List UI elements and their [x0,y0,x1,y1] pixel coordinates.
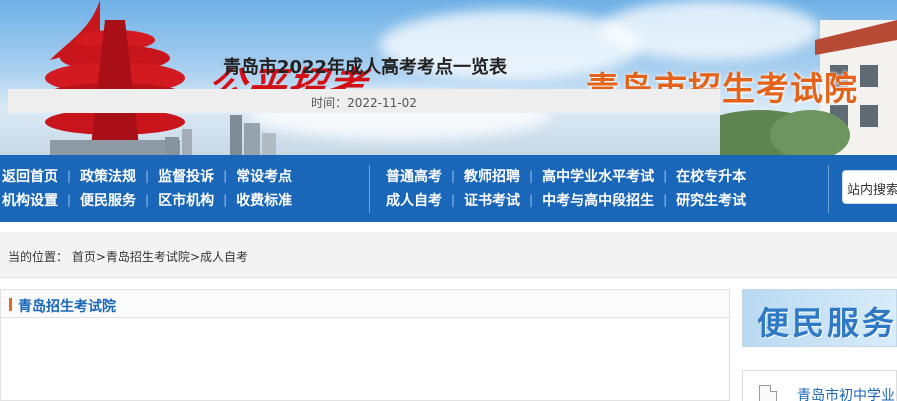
article-title: 青岛市2022年成人高考考点一览表 [222,57,508,78]
breadcrumb-level1[interactable]: 青岛招生考试院 [106,250,190,264]
nav-graduate[interactable]: 研究生考试 [676,190,746,210]
nav-exam-sites[interactable]: 常设考点 [236,166,292,186]
breadcrumb-level2[interactable]: 成人自考 [200,250,248,264]
breadcrumb-bar: 当的位置： 首页>青岛招生考试院>成人自考 [0,232,897,278]
panel-header: 青岛招生考试院 [1,290,729,318]
nav-adult-exam[interactable]: 成人自考 [386,190,442,210]
search-input[interactable]: 站内搜索 [842,170,897,204]
panel-header-accent [9,298,12,311]
nav-organization[interactable]: 机构设置 [2,190,58,210]
nav-home[interactable]: 返回首页 [2,166,58,186]
nav-divider [369,165,370,213]
nav-teacher-recruit[interactable]: 教师招聘 [464,166,520,186]
nav-fees[interactable]: 收费标准 [236,190,292,210]
nav-academic-test[interactable]: 高中学业水平考试 [542,166,654,186]
city-skyline-image [165,115,276,155]
article-date: 时间：2022-11-02 [8,89,720,113]
side-list-link[interactable]: 青岛市初中学业 [797,385,895,401]
nav-gaokao[interactable]: 普通高考 [386,166,442,186]
nav-row-1b: 普通高考 | 教师招聘 | 高中学业水平考试 | 在校专升本 [386,164,746,188]
breadcrumb-label: 当的位置： [8,250,69,264]
services-banner-text: 便民服务 [757,304,897,342]
nav-row-1: 返回首页 | 政策法规 | 监督投诉 | 常设考点 [2,164,292,188]
nav-zhongkao[interactable]: 中考与高中段招生 [542,190,654,210]
breadcrumb-separator: > [189,250,200,264]
document-icon [759,385,777,401]
nav-row-2b: 成人自考 | 证书考试 | 中考与高中段招生 | 研究生考试 [386,188,746,212]
services-banner[interactable]: 便民服务 [742,289,897,347]
nav-services[interactable]: 便民服务 [80,190,136,210]
main-nav: 返回首页 | 政策法规 | 监督投诉 | 常设考点 普通高考 | 教师招聘 | 高中学业水… [0,155,897,222]
side-list-item[interactable]: 青岛市初中学业 [742,370,897,401]
breadcrumb: 当的位置： 首页>青岛招生考试院>成人自考 [8,248,248,265]
panel-header-title: 青岛招生考试院 [18,299,116,315]
breadcrumb-separator: > [95,250,106,264]
nav-divider [828,165,829,213]
breadcrumb-home[interactable]: 首页 [72,250,96,264]
nav-policy[interactable]: 政策法规 [80,166,136,186]
article-panel: 青岛招生考试院 [0,289,730,401]
nav-complaints[interactable]: 监督投诉 [158,166,214,186]
nav-certificate[interactable]: 证书考试 [464,190,520,210]
nav-row-2: 机构设置 | 便民服务 | 区市机构 | 收费标准 [2,188,292,212]
nav-district[interactable]: 区市机构 [158,190,214,210]
nav-upgrade[interactable]: 在校专升本 [676,166,746,186]
